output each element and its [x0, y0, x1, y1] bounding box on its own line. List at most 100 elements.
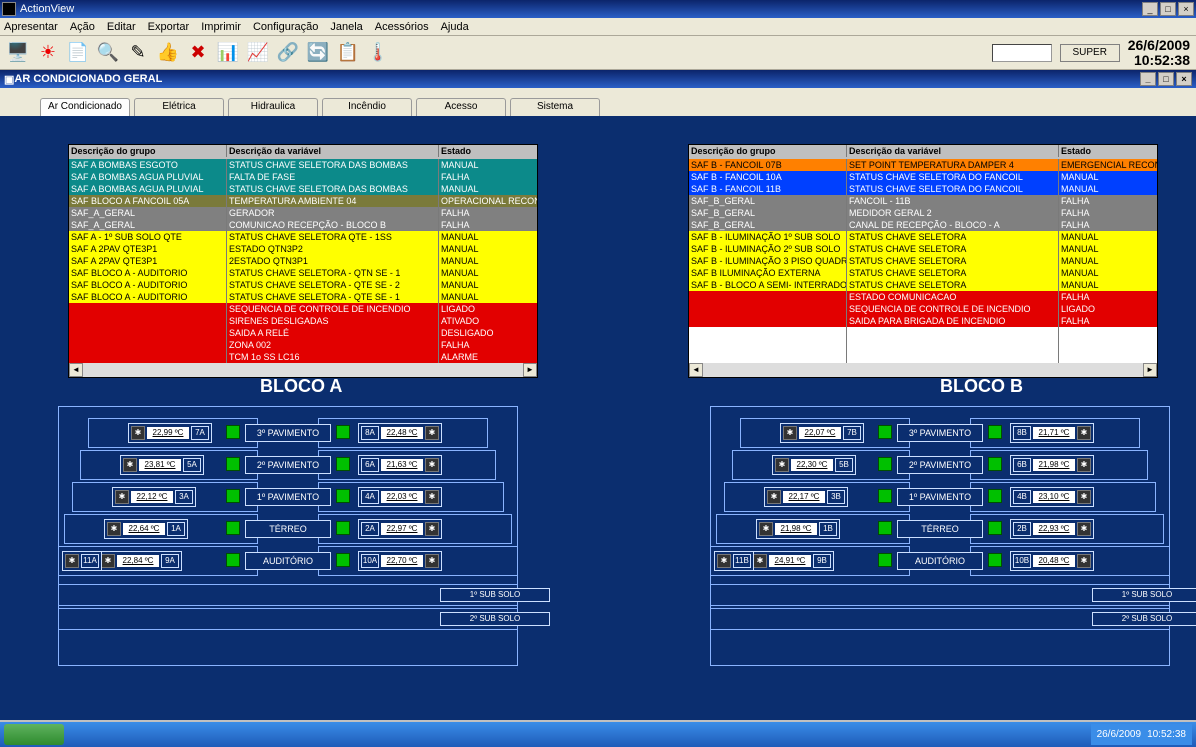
- tab-hidraulica[interactable]: Hidraulica: [228, 98, 318, 116]
- zone-box[interactable]: ✱22,64 ºC1A: [104, 519, 188, 539]
- zone-box[interactable]: ✱22,84 ºC9A: [98, 551, 182, 571]
- zone-box[interactable]: ✱22,07 ºC7B: [780, 423, 864, 443]
- table-row[interactable]: SAF A BOMBAS AGUA PLUVIALSTATUS CHAVE SE…: [69, 183, 537, 195]
- scroll-left-icon[interactable]: ◄: [689, 363, 703, 377]
- zone-box[interactable]: 10B20,48 ºC✱: [1010, 551, 1094, 571]
- scrollbar-horizontal[interactable]: ◄ ►: [69, 363, 537, 377]
- tools-icon[interactable]: ✖: [186, 41, 210, 65]
- table-row[interactable]: SAF BLOCO A - AUDITORIOSTATUS CHAVE SELE…: [69, 291, 537, 303]
- start-button[interactable]: [4, 724, 64, 745]
- user-mode[interactable]: SUPER: [1060, 44, 1120, 62]
- table-row[interactable]: [689, 327, 1157, 339]
- table-row[interactable]: SAF A 2PAV QTE3P1ESTADO QTN3P2MANUAL: [69, 243, 537, 255]
- zone-box[interactable]: ✱22,17 ºC3B: [764, 487, 848, 507]
- menu-janela[interactable]: Janela: [330, 21, 362, 33]
- zone-box[interactable]: 2A22,97 ºC✱: [358, 519, 442, 539]
- sub-close-button[interactable]: ×: [1176, 72, 1192, 86]
- table-row[interactable]: TCM 1o SS LC16ALARME: [69, 351, 537, 363]
- zone-box[interactable]: ✱24,91 ºC9B: [750, 551, 834, 571]
- close-button[interactable]: ×: [1178, 2, 1194, 16]
- status-indicator-icon[interactable]: [988, 489, 1002, 503]
- zone-box[interactable]: ✱21,98 ºC1B: [756, 519, 840, 539]
- menu-editar[interactable]: Editar: [107, 21, 136, 33]
- thermometer-icon[interactable]: 🌡️: [366, 41, 390, 65]
- minimize-button[interactable]: _: [1142, 2, 1158, 16]
- menu-apresentar[interactable]: Apresentar: [4, 21, 58, 33]
- chart2-icon[interactable]: 📈: [246, 41, 270, 65]
- table-row[interactable]: SAF BLOCO A FANCOIL 05ATEMPERATURA AMBIE…: [69, 195, 537, 207]
- zone-box[interactable]: ✱23,81 ºC5A: [120, 455, 204, 475]
- menu-config[interactable]: Configuração: [253, 21, 318, 33]
- zone-box[interactable]: 4A22,03 ºC✱: [358, 487, 442, 507]
- status-indicator-icon[interactable]: [336, 425, 350, 439]
- zone-box[interactable]: 8B21,71 ºC✱: [1010, 423, 1094, 443]
- status-indicator-icon[interactable]: [336, 553, 350, 567]
- table-row[interactable]: SAF B - FANCOIL 11BSTATUS CHAVE SELETORA…: [689, 183, 1157, 195]
- table-row[interactable]: SAF B - FANCOIL 10ASTATUS CHAVE SELETORA…: [689, 171, 1157, 183]
- table-row[interactable]: SAF B - ILUMINAÇÃO 2º SUB SOLOSTATUS CHA…: [689, 243, 1157, 255]
- table-row[interactable]: SAF_B_GERALFANCOIL - 11BFALHA: [689, 195, 1157, 207]
- scroll-right-icon[interactable]: ►: [523, 363, 537, 377]
- table-row[interactable]: SIRENES DESLIGADASATIVADO: [69, 315, 537, 327]
- table-row[interactable]: SAF A BOMBAS AGUA PLUVIALFALTA DE FASEFA…: [69, 171, 537, 183]
- search-icon[interactable]: 🔍: [96, 41, 120, 65]
- status-indicator-icon[interactable]: [226, 425, 240, 439]
- zone-box[interactable]: ✱22,30 ºC5B: [772, 455, 856, 475]
- status-indicator-icon[interactable]: [226, 489, 240, 503]
- windows-taskbar[interactable]: 26/6/2009 10:52:38: [0, 722, 1196, 747]
- new-doc-icon[interactable]: 📄: [66, 41, 90, 65]
- table-row[interactable]: SAF_B_GERALCANAL DE RECEPÇÃO - BLOCO - A…: [689, 219, 1157, 231]
- status-indicator-icon[interactable]: [336, 521, 350, 535]
- table-row[interactable]: SAF B - ILUMINAÇÃO 3 PISO QUADRO 2STATUS…: [689, 255, 1157, 267]
- status-indicator-icon[interactable]: [336, 489, 350, 503]
- tab-incendio[interactable]: Incêndio: [322, 98, 412, 116]
- menu-imprimir[interactable]: Imprimir: [201, 21, 241, 33]
- status-indicator-icon[interactable]: [878, 553, 892, 567]
- chart-icon[interactable]: 📊: [216, 41, 240, 65]
- table-row[interactable]: SAF A BOMBAS ESGOTOSTATUS CHAVE SELETORA…: [69, 159, 537, 171]
- zone-box[interactable]: ✱11A: [62, 551, 102, 571]
- status-indicator-icon[interactable]: [226, 521, 240, 535]
- tab-sistema[interactable]: Sistema: [510, 98, 600, 116]
- status-indicator-icon[interactable]: [988, 457, 1002, 471]
- tab-eletrica[interactable]: Elétrica: [134, 98, 224, 116]
- table-row[interactable]: [689, 351, 1157, 363]
- table-row[interactable]: SAF A - 1º SUB SOLO QTESTATUS CHAVE SELE…: [69, 231, 537, 243]
- menu-acessorios[interactable]: Acessórios: [375, 21, 429, 33]
- menu-acao[interactable]: Ação: [70, 21, 95, 33]
- table-row[interactable]: SAF_A_GERALGERADORFALHA: [69, 207, 537, 219]
- system-tray[interactable]: 26/6/2009 10:52:38: [1091, 724, 1192, 745]
- zone-box[interactable]: ✱22,12 ºC3A: [112, 487, 196, 507]
- alarm-table-a[interactable]: Descrição do grupo Descrição da variável…: [68, 144, 538, 378]
- zone-box[interactable]: 2B22,93 ºC✱: [1010, 519, 1094, 539]
- alarm-table-b[interactable]: Descrição do grupo Descrição da variável…: [688, 144, 1158, 378]
- menu-ajuda[interactable]: Ajuda: [441, 21, 469, 33]
- status-indicator-icon[interactable]: [878, 489, 892, 503]
- table-row[interactable]: SAF A 2PAV QTE3P12ESTADO QTN3P1MANUAL: [69, 255, 537, 267]
- restore-button[interactable]: □: [1160, 2, 1176, 16]
- pen-icon[interactable]: ✎: [126, 41, 150, 65]
- scroll-right-icon[interactable]: ►: [1143, 363, 1157, 377]
- table-row[interactable]: SEQUENCIA DE CONTROLE DE INCENDIOLIGADO: [689, 303, 1157, 315]
- table-row[interactable]: SAIDA A RELÉDESLIGADO: [69, 327, 537, 339]
- table-row[interactable]: ZONA 002FALHA: [69, 339, 537, 351]
- tab-ar-condicionado[interactable]: Ar Condicionado: [40, 98, 130, 116]
- zone-box[interactable]: 8A22,48 ºC✱: [358, 423, 442, 443]
- status-indicator-icon[interactable]: [336, 457, 350, 471]
- status-indicator-icon[interactable]: [988, 553, 1002, 567]
- table-row[interactable]: SAF_A_GERALCOMUNICAO RECEPÇÃO - BLOCO BF…: [69, 219, 537, 231]
- status-indicator-icon[interactable]: [226, 457, 240, 471]
- zone-box[interactable]: 10A22,70 ºC✱: [358, 551, 442, 571]
- table-row[interactable]: SAIDA PARA BRIGADA DE INCENDIOFALHA: [689, 315, 1157, 327]
- status-indicator-icon[interactable]: [988, 521, 1002, 535]
- table-row[interactable]: SAF B - FANCOIL 07BSET POINT TEMPERATURA…: [689, 159, 1157, 171]
- status-indicator-icon[interactable]: [878, 457, 892, 471]
- sub-restore-button[interactable]: □: [1158, 72, 1174, 86]
- list-icon[interactable]: 📋: [336, 41, 360, 65]
- table-row[interactable]: SEQUENCIA DE CONTROLE DE INCENDIOLIGADO: [69, 303, 537, 315]
- network-icon[interactable]: 🔗: [276, 41, 300, 65]
- table-row[interactable]: SAF BLOCO A - AUDITORIOSTATUS CHAVE SELE…: [69, 279, 537, 291]
- table-row[interactable]: ESTADO COMUNICACAOFALHA: [689, 291, 1157, 303]
- zone-box[interactable]: 6A21,63 ºC✱: [358, 455, 442, 475]
- menu-exportar[interactable]: Exportar: [148, 21, 190, 33]
